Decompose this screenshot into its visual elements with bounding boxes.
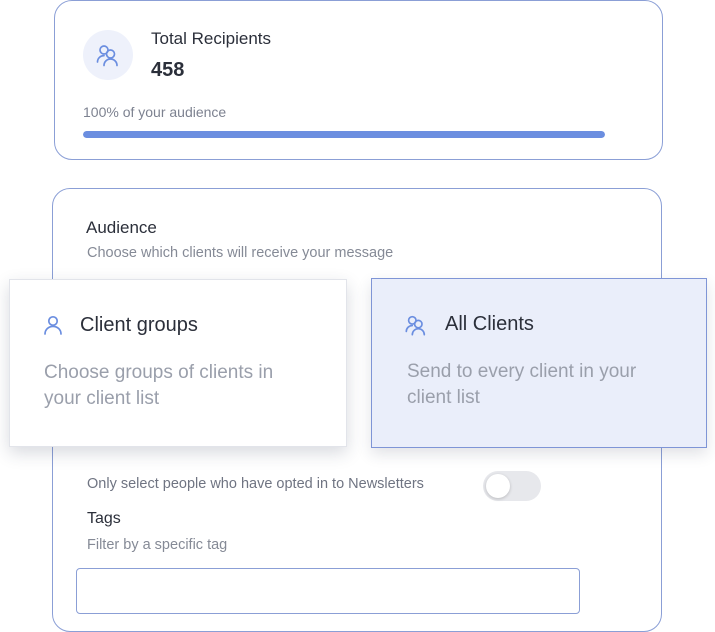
all-clients-option[interactable]: All Clients Send to every client in your…: [371, 278, 707, 448]
all-clients-description: Send to every client in your client list: [407, 361, 637, 408]
page: Total Recipients 458 100% of your audien…: [0, 0, 715, 632]
client-groups-option[interactable]: Client groups Choose groups of clients i…: [9, 279, 347, 447]
client-groups-title: Client groups: [80, 314, 198, 336]
tag-filter-input[interactable]: [76, 568, 580, 614]
client-groups-description: Choose groups of clients in your client …: [44, 362, 274, 409]
tags-heading: Tags: [87, 510, 121, 527]
audience-percentage: 100% of your audience: [83, 104, 227, 120]
newsletter-optin-label: Only select people who have opted in to …: [87, 476, 424, 492]
all-clients-title: All Clients: [445, 313, 534, 335]
tags-subheading: Filter by a specific tag: [87, 537, 228, 553]
total-recipients-count: 458: [151, 59, 185, 81]
users-icon: [83, 30, 133, 80]
audience-progress-bar: [83, 131, 605, 138]
toggle-knob: [486, 474, 510, 498]
newsletter-optin-toggle[interactable]: [483, 471, 541, 501]
audience-heading: Audience: [86, 218, 157, 237]
total-recipients-title: Total Recipients: [151, 29, 272, 48]
user-icon: [42, 314, 64, 341]
audience-progress-fill: [83, 131, 605, 138]
users-icon: [404, 313, 428, 342]
audience-subheading: Choose which clients will receive your m…: [87, 245, 394, 261]
total-recipients-card: Total Recipients 458 100% of your audien…: [54, 0, 663, 160]
